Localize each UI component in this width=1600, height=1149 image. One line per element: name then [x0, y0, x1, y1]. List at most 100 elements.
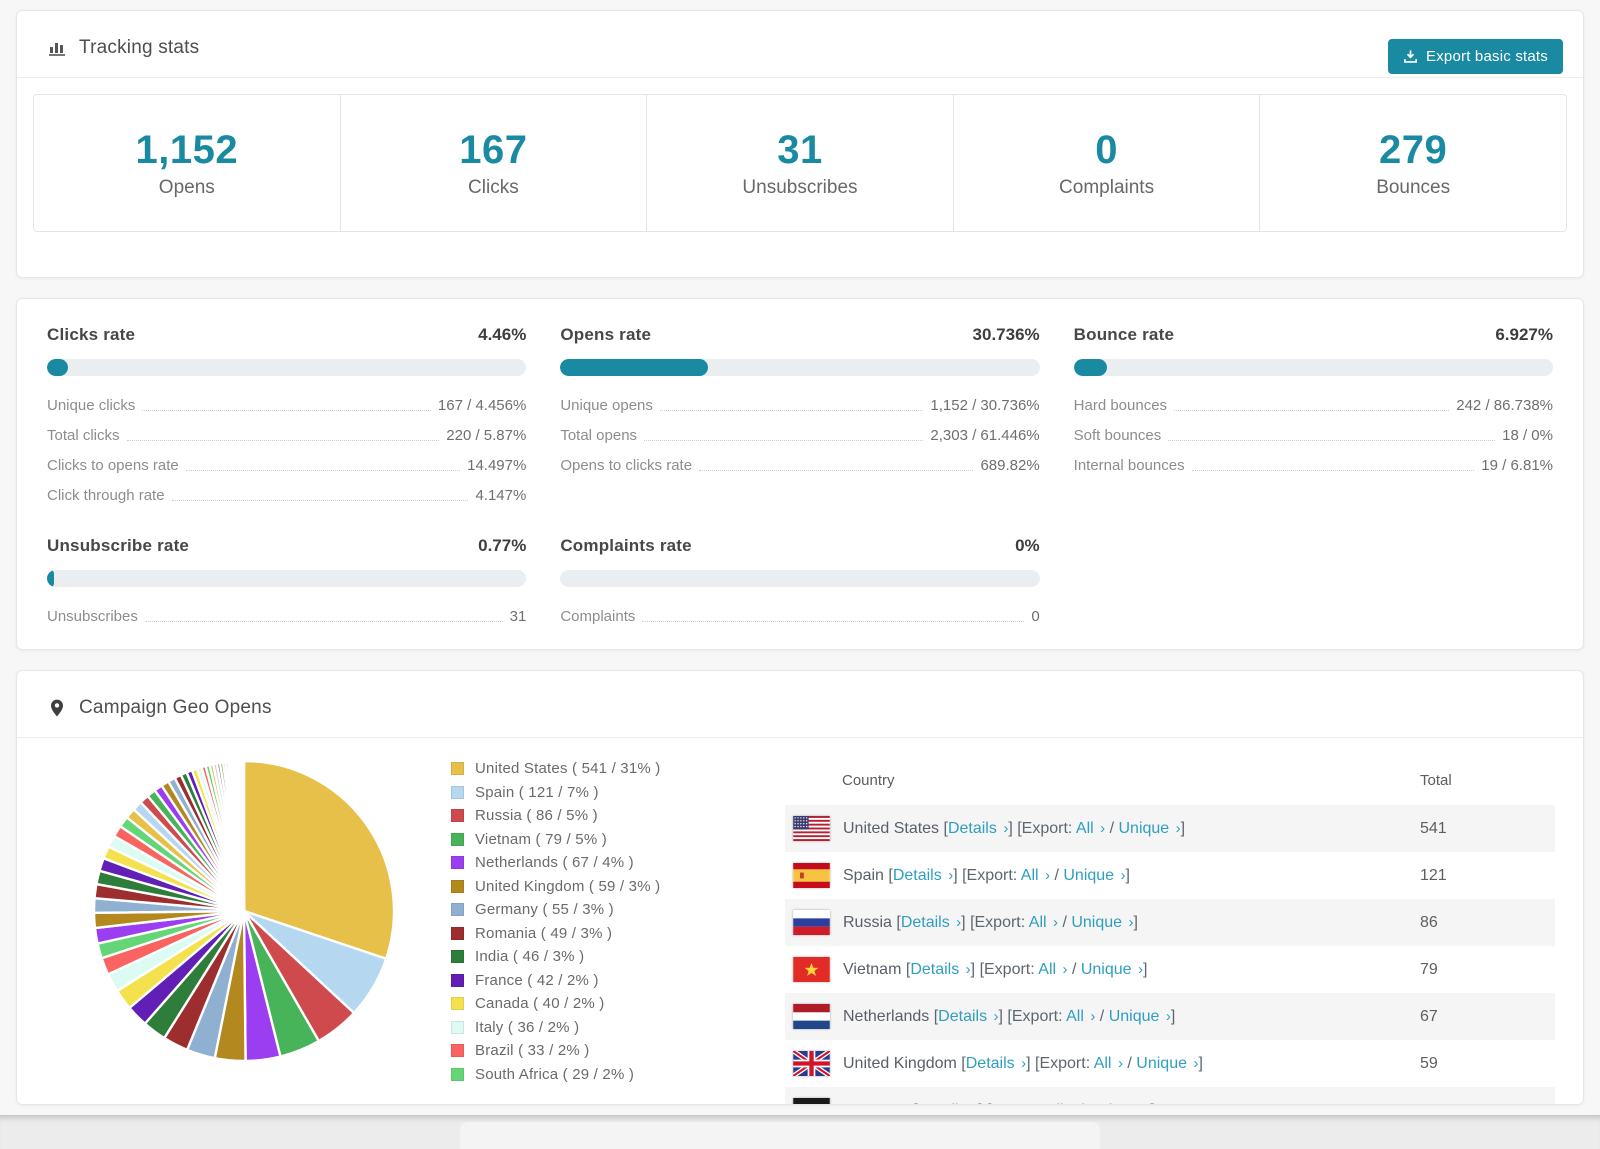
dotted-leader: [644, 440, 924, 441]
legend-label: Romania ( 49 / 3% ): [475, 924, 613, 942]
rate-value: 30.736%: [972, 325, 1040, 344]
export-unique-link-es[interactable]: Unique ›: [1063, 867, 1125, 884]
export-unique-link-gb[interactable]: Unique ›: [1136, 1055, 1198, 1072]
legend-label: United Kingdom ( 59 / 3% ): [475, 877, 661, 895]
country-name: Russia: [843, 913, 897, 931]
progress-bar-fill: [1073, 359, 1107, 376]
geo-opens-header: Campaign Geo Opens: [17, 671, 1583, 738]
flag-gb-icon: [793, 1051, 830, 1076]
export-basic-stats-button[interactable]: Export basic stats: [1388, 39, 1563, 74]
pie-slice-other-57[interactable]: [242, 759, 246, 913]
dotted-leader: [171, 500, 469, 501]
rate-row-label: Complaints: [560, 608, 636, 625]
stat-label: Clicks: [468, 176, 519, 198]
country-name: Netherlands: [843, 1007, 934, 1025]
legend-item-romania: Romania ( 49 / 3% ): [451, 925, 771, 942]
slash: /: [1122, 1054, 1137, 1072]
export-unique-link-ru[interactable]: Unique ›: [1071, 914, 1133, 931]
legend-item-france: France ( 42 / 2% ): [451, 972, 771, 989]
rate-row: Unique opens 1,152 / 30.736%: [560, 388, 1039, 418]
details-link-de[interactable]: Details ›: [918, 1102, 978, 1105]
rate-row-value: 0: [1031, 608, 1040, 625]
export-unique-link-vn[interactable]: Unique ›: [1081, 961, 1143, 978]
rate-row-label: Unsubscribes: [47, 608, 138, 625]
rate-row: Unique clicks 167 / 4.456%: [47, 388, 526, 418]
progress-bar-fill: [47, 570, 54, 587]
legend-label: Canada ( 40 / 2% ): [475, 995, 605, 1012]
rate-value: 4.46%: [478, 325, 527, 344]
flag-ru-icon: [793, 910, 830, 935]
details-link-gb[interactable]: Details ›: [966, 1055, 1026, 1072]
stat-label: Opens: [158, 176, 215, 198]
export-all-link-ru[interactable]: All ›: [1029, 914, 1058, 931]
slash: /: [1058, 913, 1072, 931]
export-all-link-nl[interactable]: All ›: [1066, 1008, 1095, 1025]
details-link-es[interactable]: Details ›: [893, 867, 953, 884]
legend-label: Spain ( 121 / 7% ): [475, 783, 599, 801]
legend-swatch: [451, 856, 464, 869]
stat-value: 1,152: [135, 127, 239, 172]
rate-row: Soft bounces 18 / 0%: [1074, 418, 1553, 448]
legend-swatch: [451, 973, 464, 987]
rate-title: Opens rate: [560, 325, 652, 344]
rate-row: Unsubscribes 31: [47, 599, 526, 629]
export-unique-link-de[interactable]: Unique ›: [1088, 1102, 1150, 1105]
progress-bar-track: [560, 570, 1040, 587]
total-value: 79: [1420, 960, 1438, 978]
export-all-link-vn[interactable]: All ›: [1038, 961, 1067, 978]
progress-bar-fill: [47, 359, 69, 376]
progress-bar-fill: [560, 359, 708, 376]
rate-row: Total clicks 220 / 5.87%: [47, 418, 526, 448]
country-cell: Vietnam [Details ›] [Export: All › / Uni…: [843, 961, 1147, 979]
rate-row-value: 167 / 4.456%: [437, 397, 527, 414]
details-link-nl[interactable]: Details ›: [938, 1008, 998, 1025]
rates-card: Clicks rate 4.46% Unique clicks 167 / 4.456…: [16, 298, 1584, 650]
tracking-stats-title: Tracking stats: [79, 37, 200, 58]
rate-row-label: Hard bounces: [1073, 397, 1168, 414]
rate-title: Bounce rate: [1073, 325, 1175, 344]
bracket: ] [Export:: [970, 960, 1039, 978]
next-section-edge: [460, 1122, 1100, 1149]
rate-block-complaints-rate: Complaints rate 0% Complaints 0: [560, 536, 1040, 629]
country-cell: Russia [Details ›] [Export: All › / Uniq…: [843, 914, 1138, 932]
export-all-link-de[interactable]: All ›: [1046, 1102, 1075, 1105]
country-name: Germany: [843, 1102, 913, 1105]
export-all-link-us[interactable]: All ›: [1076, 820, 1105, 837]
bracket: ]: [1150, 1102, 1154, 1105]
flag-de-icon: [793, 1098, 830, 1104]
stat-value: 31: [777, 127, 823, 172]
tracking-stats-card: Tracking stats Export basic stats 1,152 O…: [16, 10, 1584, 278]
bracket: ]: [1125, 866, 1130, 884]
export-all-link-gb[interactable]: All ›: [1094, 1055, 1123, 1072]
geo-table-body: United States [Details ›] [Export: All ›…: [785, 805, 1555, 1105]
dotted-leader: [126, 440, 440, 441]
rate-block-clicks-rate: Clicks rate 4.46% Unique clicks 167 / 4.456…: [47, 325, 527, 508]
details-link-vn[interactable]: Details ›: [910, 961, 970, 978]
rate-title: Unsubscribe rate: [47, 536, 190, 555]
rate-block-bounce-rate: Bounce rate 6.927% Hard bounces 242 / 86.73…: [1073, 325, 1553, 508]
country-cell: United Kingdom [Details ›] [Export: All …: [843, 1055, 1203, 1073]
legend-item-vietnam: Vietnam ( 79 / 5% ): [451, 831, 771, 848]
details-link-ru[interactable]: Details ›: [901, 914, 961, 931]
tracking-stats-header: Tracking stats: [17, 11, 1583, 78]
dotted-leader: [144, 621, 503, 622]
dotted-leader: [659, 410, 924, 411]
dotted-leader: [142, 410, 431, 411]
rate-row-value: 14.497%: [467, 457, 527, 474]
geo-opens-title: Campaign Geo Opens: [79, 697, 272, 718]
rate-block-unsubscribe-rate: Unsubscribe rate 0.77% Unsubscribes 31: [47, 536, 527, 629]
legend-item-italy: Italy ( 36 / 2% ): [451, 1019, 771, 1036]
country-name: Spain: [843, 866, 889, 884]
rate-row-label: Clicks to opens rate: [47, 457, 179, 474]
details-link-us[interactable]: Details ›: [948, 820, 1008, 837]
stat-cell-opens: 1,152 Opens: [34, 95, 340, 231]
export-unique-link-us[interactable]: Unique ›: [1118, 820, 1180, 837]
geo-table: Country Total United States [Details ›] …: [785, 754, 1555, 1105]
table-row-es: Spain [Details ›] [Export: All › / Uniqu…: [785, 852, 1555, 899]
export-all-link-es[interactable]: All ›: [1021, 867, 1050, 884]
slash: /: [1067, 960, 1081, 978]
export-unique-link-nl[interactable]: Unique ›: [1109, 1008, 1171, 1025]
legend-item-netherlands: Netherlands ( 67 / 4% ): [451, 854, 771, 871]
bracket: ] [Export:: [953, 866, 1021, 884]
rate-title: Complaints rate: [560, 536, 692, 555]
